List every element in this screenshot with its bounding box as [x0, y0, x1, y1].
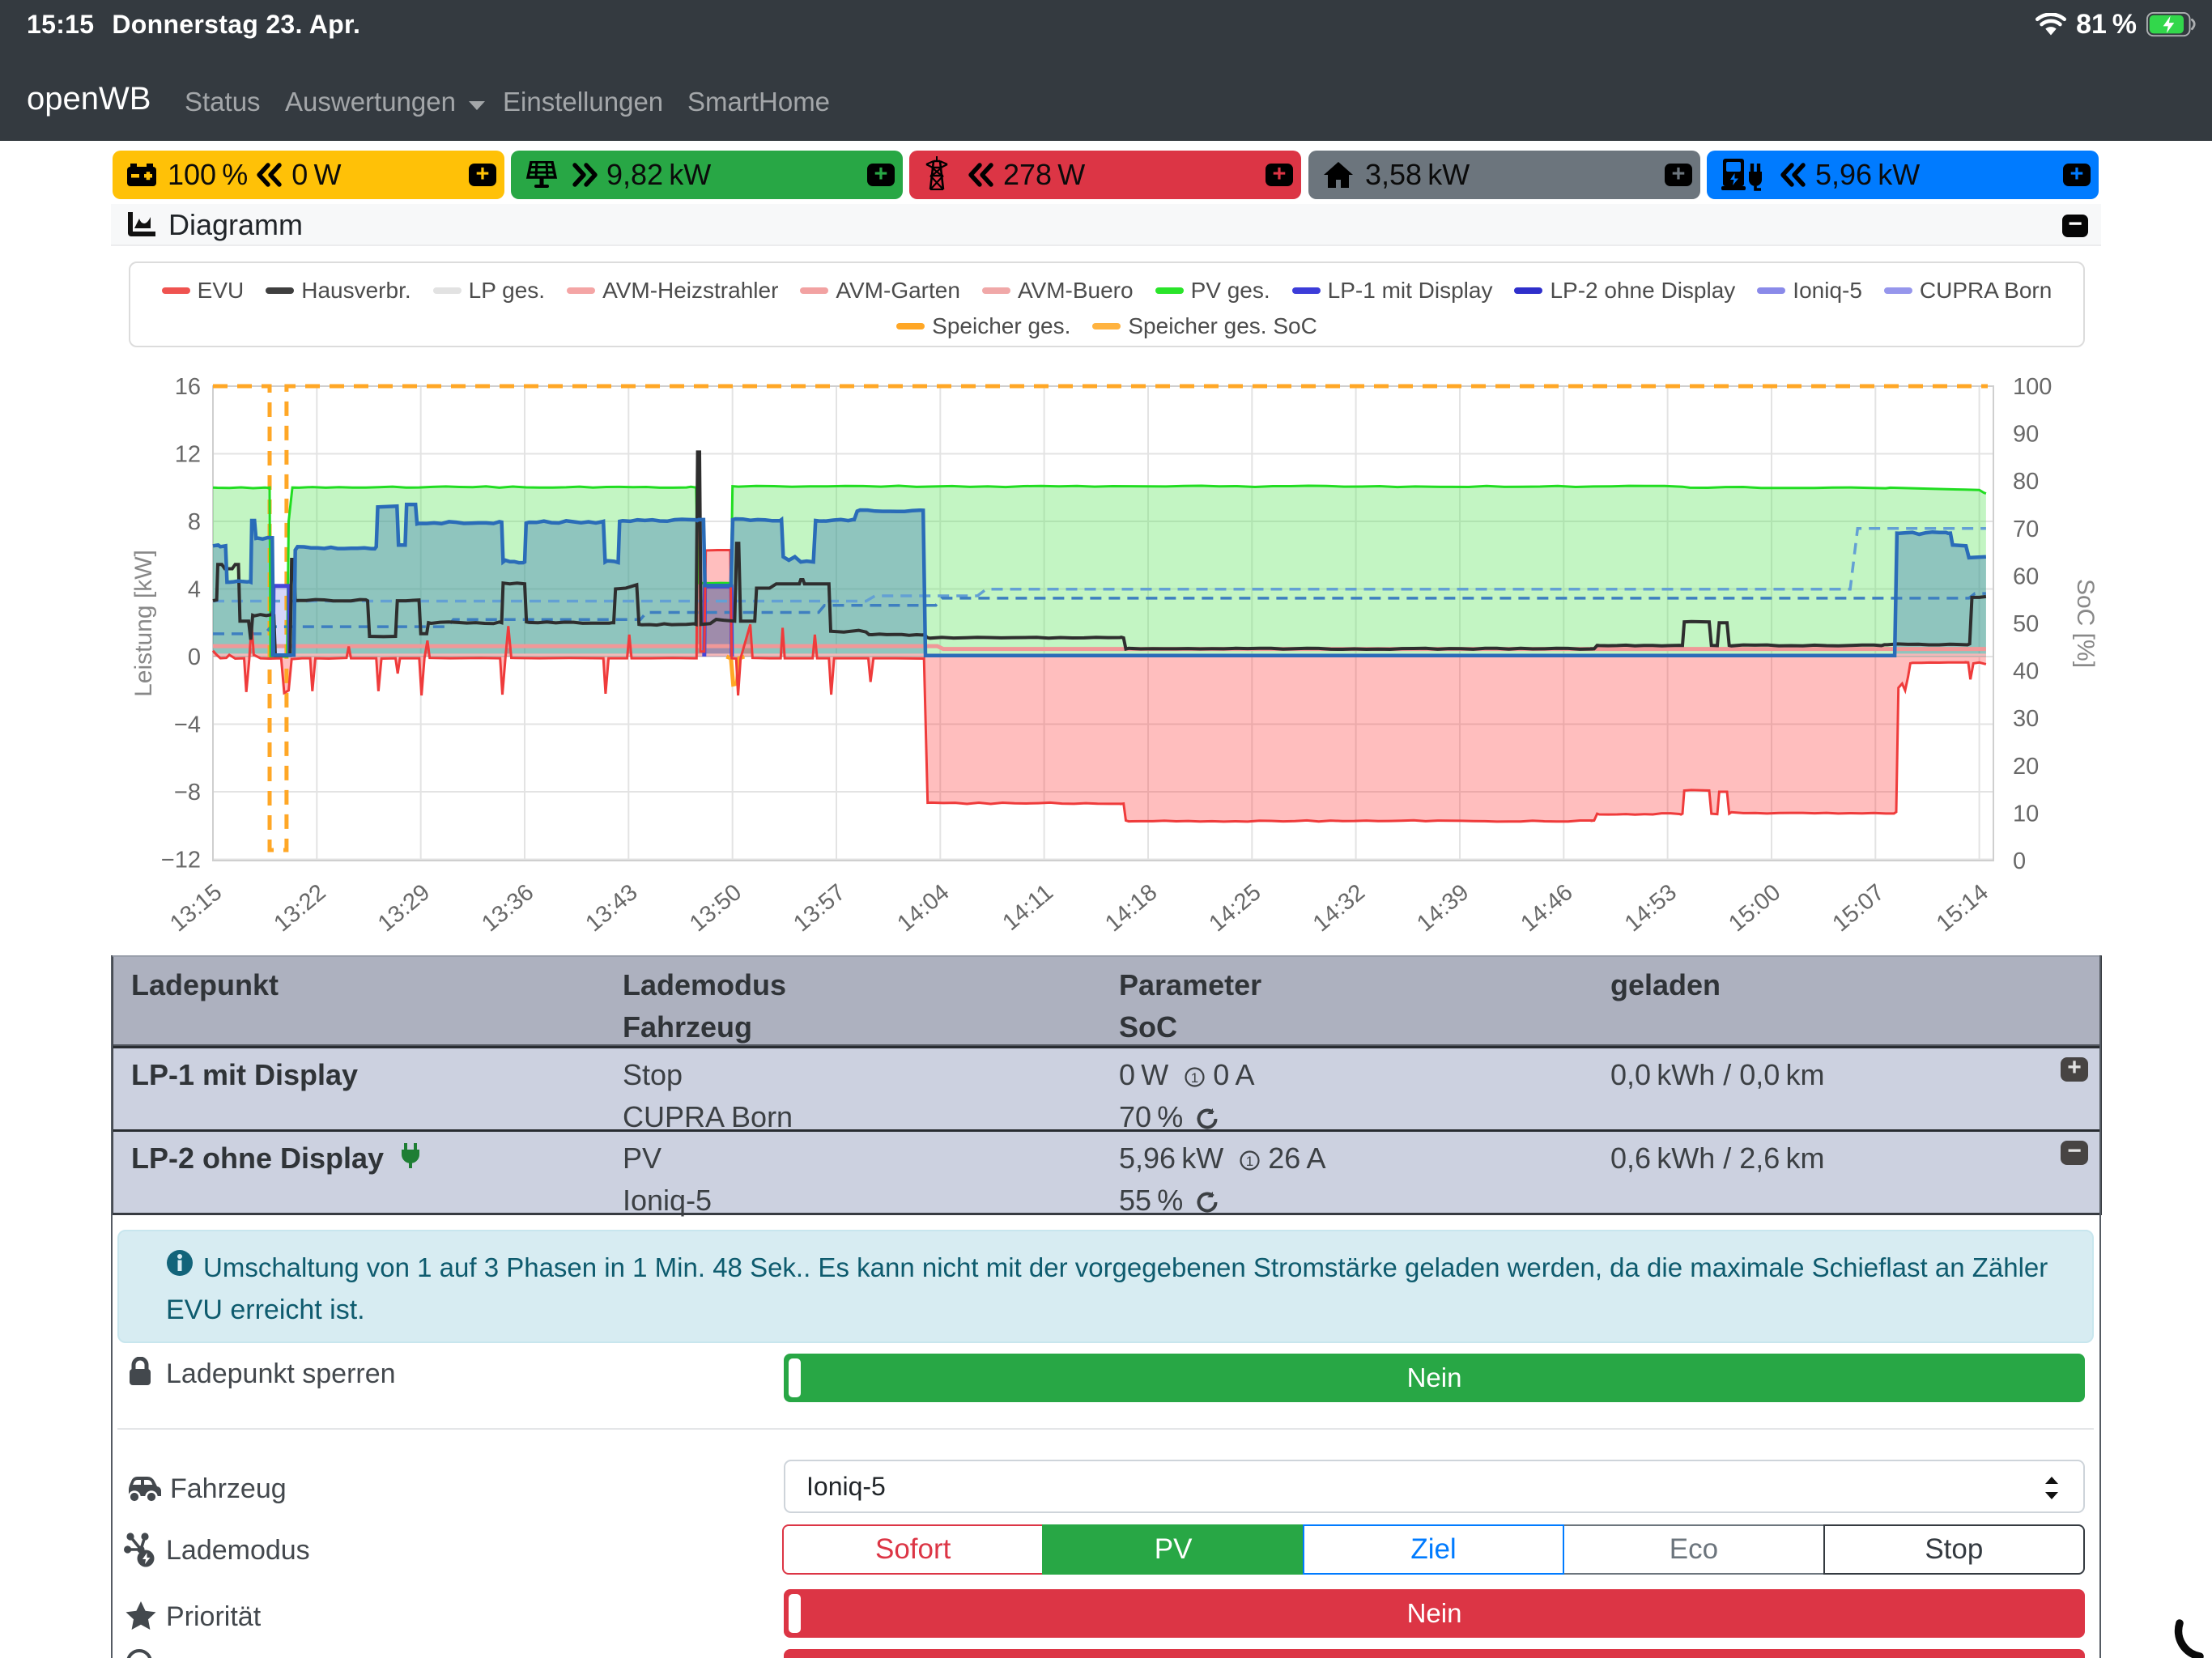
- svg-text:1: 1: [1191, 1070, 1198, 1086]
- svg-text:4: 4: [188, 577, 201, 603]
- svg-text:30: 30: [2013, 706, 2039, 732]
- svg-text:13:36: 13:36: [477, 879, 538, 937]
- svg-text:40: 40: [2013, 659, 2039, 685]
- svg-text:14:53: 14:53: [1620, 879, 1682, 937]
- svg-text:90: 90: [2013, 422, 2039, 448]
- svg-text:14:32: 14:32: [1308, 879, 1370, 937]
- svg-text:100: 100: [2013, 374, 2052, 400]
- svg-text:14:39: 14:39: [1412, 879, 1474, 937]
- svg-text:−12: −12: [161, 848, 201, 874]
- svg-text:0: 0: [2013, 848, 2026, 874]
- svg-text:0: 0: [188, 644, 201, 670]
- svg-text:80: 80: [2013, 469, 2039, 495]
- svg-text:13:50: 13:50: [685, 879, 747, 937]
- svg-text:13:29: 13:29: [373, 879, 435, 937]
- svg-text:14:46: 14:46: [1516, 879, 1577, 937]
- svg-text:SoC [%]: SoC [%]: [2072, 579, 2099, 668]
- svg-text:15:14: 15:14: [1932, 879, 1993, 937]
- svg-text:20: 20: [2013, 754, 2039, 780]
- svg-text:15:00: 15:00: [1724, 879, 1785, 937]
- svg-text:−4: −4: [174, 712, 201, 738]
- svg-text:8: 8: [188, 509, 201, 535]
- svg-text:14:04: 14:04: [892, 879, 954, 937]
- svg-text:13:43: 13:43: [581, 879, 642, 937]
- svg-text:15:07: 15:07: [1827, 879, 1889, 937]
- svg-text:10: 10: [2013, 801, 2039, 827]
- svg-text:50: 50: [2013, 611, 2039, 637]
- svg-text:14:25: 14:25: [1204, 879, 1266, 937]
- svg-text:13:15: 13:15: [165, 879, 227, 937]
- svg-text:1: 1: [1246, 1154, 1253, 1169]
- svg-text:70: 70: [2013, 517, 2039, 542]
- svg-text:13:57: 13:57: [789, 879, 850, 937]
- svg-text:14:18: 14:18: [1100, 879, 1162, 937]
- svg-text:60: 60: [2013, 563, 2039, 589]
- svg-text:16: 16: [175, 374, 201, 400]
- svg-text:13:22: 13:22: [269, 879, 330, 937]
- svg-text:12: 12: [175, 442, 201, 468]
- svg-text:−8: −8: [174, 780, 201, 806]
- svg-text:14:11: 14:11: [998, 879, 1058, 936]
- svg-text:Leistung [kW]: Leistung [kW]: [130, 550, 157, 697]
